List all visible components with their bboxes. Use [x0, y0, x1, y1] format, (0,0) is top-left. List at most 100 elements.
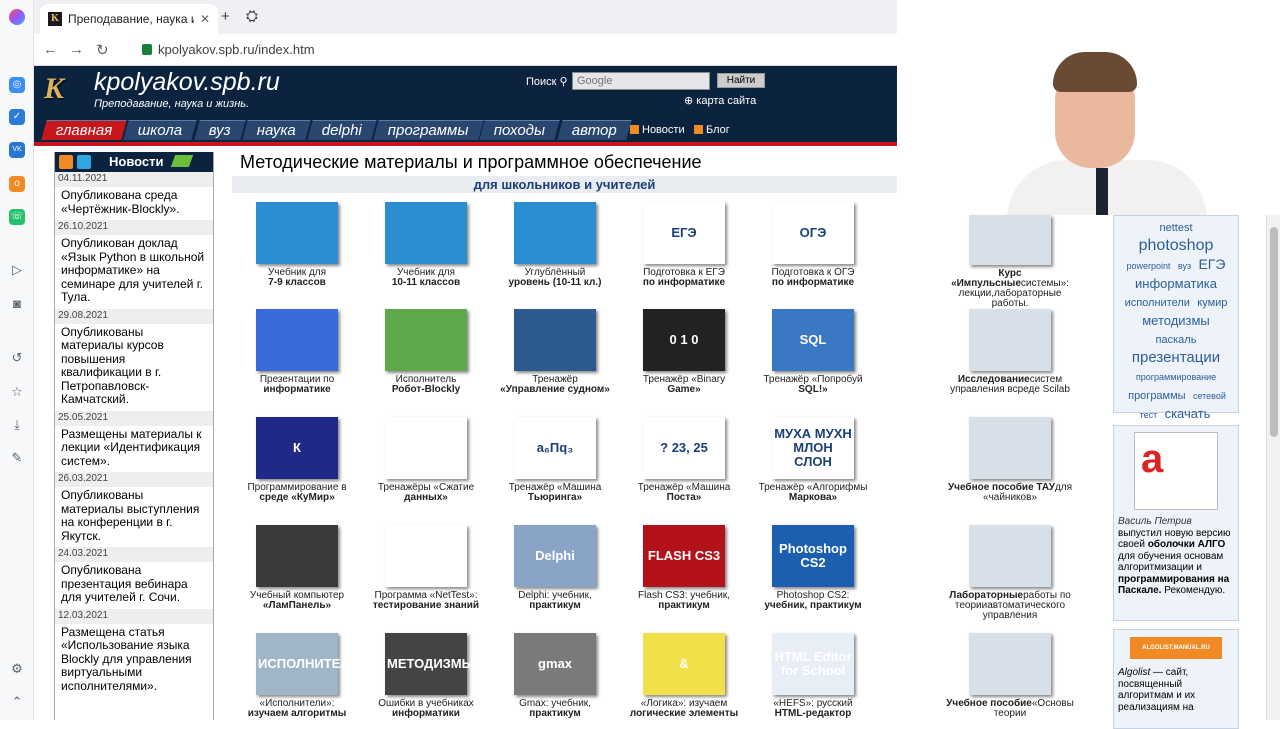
- video-icon[interactable]: ▷: [9, 262, 25, 278]
- material-item[interactable]: SQL Тренажёр «Попробуй SQL!»: [748, 309, 878, 395]
- material-item[interactable]: Исполнитель Робот-Blockly: [361, 309, 491, 395]
- right-item[interactable]: Исследованиесистем управления всреде Sci…: [945, 309, 1075, 395]
- material-item[interactable]: ИСПОЛНИТЕЛИ «Исполнители»: изучаем алгорит…: [232, 633, 362, 719]
- executors-icon[interactable]: ИСПОЛНИТЕЛИ: [256, 633, 359, 695]
- book-icon[interactable]: [385, 202, 467, 264]
- tag-link[interactable]: nettest: [1159, 222, 1192, 234]
- tag-link[interactable]: программирование: [1136, 372, 1216, 382]
- turing-icon[interactable]: a₆Пq₃: [514, 417, 596, 479]
- messenger-icon[interactable]: ◎: [9, 77, 25, 93]
- news-item[interactable]: Размещены материалы к лекции «Идентифика…: [55, 426, 213, 473]
- material-item[interactable]: 0 1 0 Тренажёр «Binary Game»: [619, 309, 749, 395]
- browser-logo-icon[interactable]: [9, 9, 25, 25]
- tag-link[interactable]: презентации: [1132, 349, 1220, 366]
- tag-link[interactable]: кумир: [1197, 297, 1227, 309]
- tag-link[interactable]: информатика: [1135, 276, 1217, 291]
- tag-link[interactable]: photoshop: [1139, 237, 1214, 254]
- post-icon[interactable]: ? 23, 25: [643, 417, 725, 479]
- photoshop-icon[interactable]: Photoshop CS2: [772, 525, 854, 587]
- material-item[interactable]: gmax Gmax: учебник, практикум: [490, 633, 620, 719]
- rss-icon[interactable]: [59, 155, 73, 169]
- ege-icon[interactable]: ЕГЭ: [643, 202, 725, 264]
- forward-button[interactable]: →: [69, 41, 84, 58]
- delphi-icon[interactable]: Delphi: [514, 525, 596, 587]
- back-button[interactable]: ←: [43, 41, 58, 58]
- material-item[interactable]: ? 23, 25 Тренажёр «Машина Поста»: [619, 417, 749, 503]
- menu-item-main[interactable]: главная: [41, 120, 128, 140]
- lamp-icon[interactable]: [256, 525, 338, 587]
- kumir-icon[interactable]: К: [256, 417, 338, 479]
- right-item[interactable]: Учебное пособие«Основы теории: [945, 633, 1075, 719]
- algolist-logo[interactable]: ALGOLIST.MANUAL.RU: [1130, 637, 1222, 659]
- incognito-icon[interactable]: ⛭: [246, 8, 258, 25]
- media-icon[interactable]: ◙: [9, 296, 25, 312]
- material-item[interactable]: a₆Пq₃ Тренажёр «Машина Тьюринга»: [490, 417, 620, 503]
- material-item[interactable]: Photoshop CS2 Photoshop CS2: учебник, прак…: [748, 525, 878, 611]
- algo-author[interactable]: Василь Петрив: [1118, 516, 1192, 527]
- close-tab-icon[interactable]: ✕: [200, 12, 210, 26]
- search-input[interactable]: [572, 72, 710, 90]
- tag-link[interactable]: вуз: [1178, 261, 1191, 271]
- tag-link[interactable]: скачать: [1165, 406, 1211, 421]
- impulse-icon[interactable]: [969, 215, 1051, 265]
- scilab-icon[interactable]: [969, 309, 1051, 371]
- bookmark-star-icon[interactable]: ☆: [9, 384, 25, 400]
- ship-icon[interactable]: [514, 309, 596, 371]
- blog-link[interactable]: Блог: [694, 124, 730, 136]
- material-item[interactable]: ОГЭ Подготовка к ОГЭ по информатике: [748, 202, 878, 288]
- reload-button[interactable]: ↻: [96, 41, 109, 59]
- material-item[interactable]: ЕГЭ Подготовка к ЕГЭ по информатике: [619, 202, 749, 288]
- search-button[interactable]: Найти: [717, 73, 765, 88]
- lab-icon[interactable]: [969, 525, 1051, 587]
- whatsapp-icon[interactable]: ☏: [9, 209, 25, 225]
- menu-item-programs[interactable]: программы: [373, 120, 484, 140]
- menu-item-university[interactable]: вуз: [194, 120, 246, 140]
- material-item[interactable]: Презентации по информатике: [232, 309, 362, 395]
- algolist-name[interactable]: Algolist: [1118, 667, 1150, 678]
- mail-icon[interactable]: ✓: [9, 109, 25, 125]
- material-item[interactable]: Учебный компьютер «ЛамПанель»: [232, 525, 362, 611]
- algo-logo-icon[interactable]: a: [1134, 432, 1218, 510]
- settings-icon[interactable]: ⚙: [9, 661, 25, 677]
- news-item[interactable]: Опубликованы материалы выступления на ко…: [55, 487, 213, 547]
- gmax-icon[interactable]: gmax: [514, 633, 596, 695]
- tag-link[interactable]: ЕГЭ: [1198, 256, 1225, 272]
- compress-icon[interactable]: [385, 417, 467, 479]
- book-icon[interactable]: [514, 202, 596, 264]
- menu-item-school[interactable]: школа: [123, 120, 198, 140]
- news-item[interactable]: Опубликована среда «Чертёжник-Blockly».: [55, 187, 213, 220]
- markov-icon[interactable]: МУХА МУХН МЛОН СЛОН: [772, 417, 854, 479]
- right-item[interactable]: Курс «Импульсныесистемы»: лекции,лаборат…: [945, 215, 1075, 309]
- material-item[interactable]: К Программирование в среде «КуМир»: [232, 417, 362, 503]
- material-item[interactable]: FLASH CS3 Flash CS3: учебник, практикум: [619, 525, 749, 611]
- news-item[interactable]: Опубликован доклад «Язык Python в школьн…: [55, 235, 213, 309]
- vk-icon[interactable]: VK: [9, 142, 25, 158]
- site-logo-icon[interactable]: K: [44, 72, 78, 106]
- material-item[interactable]: & «Логика»: изучаем логические элементы: [619, 633, 749, 719]
- history-icon[interactable]: ↺: [9, 350, 25, 366]
- sitemap-link[interactable]: ⊕ карта сайта: [684, 94, 756, 107]
- menu-item-science[interactable]: наука: [241, 120, 311, 140]
- news-link[interactable]: Новости: [630, 124, 685, 136]
- news-item[interactable]: Опубликована презентация вебинара для уч…: [55, 562, 213, 609]
- nettest-icon[interactable]: [385, 525, 467, 587]
- material-item[interactable]: МУХА МУХН МЛОН СЛОН Тренажёр «Алгорифмы Ма…: [748, 417, 878, 503]
- url-field[interactable]: kpolyakov.spb.ru/index.htm: [158, 42, 315, 57]
- right-item[interactable]: Учебное пособие ТАУдля «чайников»: [945, 417, 1075, 503]
- tag-link[interactable]: powerpoint: [1127, 261, 1171, 271]
- tau-icon[interactable]: [969, 417, 1051, 479]
- methodisms-icon[interactable]: МЕТОДИЗМЫ: [385, 633, 474, 695]
- logic-icon[interactable]: &: [643, 633, 725, 695]
- tag-link[interactable]: программы: [1128, 390, 1185, 402]
- news-item[interactable]: Опубликованы материалы курсов повышения …: [55, 324, 213, 411]
- oge-icon[interactable]: ОГЭ: [772, 202, 854, 264]
- collapse-icon[interactable]: ⌃: [9, 694, 25, 710]
- material-item[interactable]: Тренажёры «Сжатие данных»: [361, 417, 491, 503]
- extension-icon[interactable]: ✎: [9, 450, 25, 466]
- news-item[interactable]: Размещена статья «Использование языка Bl…: [55, 624, 213, 698]
- site-name[interactable]: kpolyakov.spb.ru: [94, 68, 280, 97]
- tag-link[interactable]: исполнители: [1125, 297, 1190, 309]
- menu-item-delphi[interactable]: delphi: [307, 120, 377, 140]
- menu-item-hikes[interactable]: походы: [479, 120, 561, 140]
- material-item[interactable]: Учебник для 7-9 классов: [232, 202, 362, 288]
